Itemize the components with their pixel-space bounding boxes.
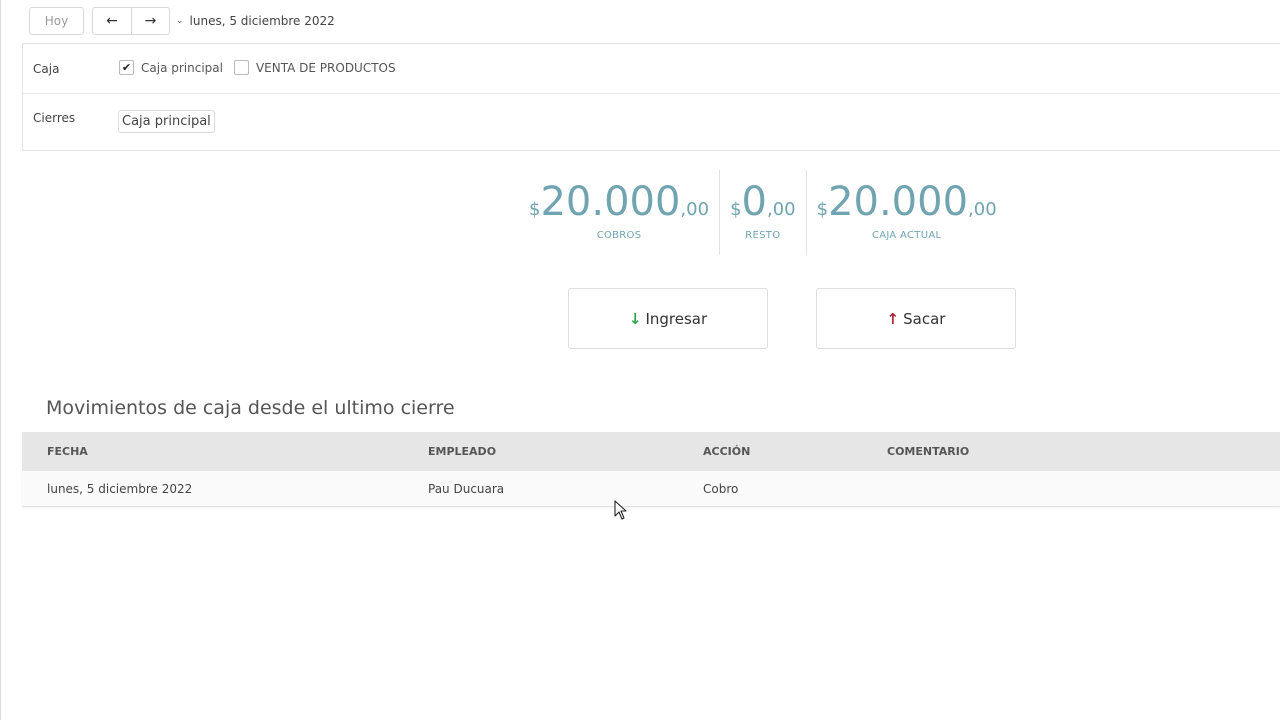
date-label: lunes, 5 diciembre 2022: [189, 14, 335, 28]
today-button[interactable]: Hoy: [29, 7, 84, 35]
stat-cobros: $ 20.000 ,00 COBROS: [519, 170, 719, 255]
arrow-right-icon: →: [144, 13, 157, 29]
stat-amount: $ 0 ,00: [730, 182, 796, 222]
date-nav-group: ← →: [92, 7, 170, 35]
chevron-down-icon: ⌄: [176, 16, 184, 26]
cell-accion: Cobro: [703, 481, 739, 496]
currency-symbol: $: [529, 199, 541, 220]
column-header[interactable]: ACCIÓN: [703, 445, 750, 458]
caja-option-label: VENTA DE PRODUCTOS: [255, 60, 396, 75]
column-header[interactable]: EMPLEADO: [428, 445, 496, 458]
cash-summary: $ 20.000 ,00 COBROS $ 0 ,00 RESTO $ 20.0…: [519, 170, 1007, 255]
caja-option-principal[interactable]: ✔ Caja principal: [119, 60, 223, 75]
table-header: FECHA EMPLEADO ACCIÓN COMENTARIO: [22, 432, 1280, 471]
column-header[interactable]: FECHA: [47, 445, 88, 458]
cierres-label: Cierres: [33, 111, 76, 125]
cierres-filter-row: Cierres Caja principal: [23, 94, 1280, 151]
arrow-up-icon: ↑: [886, 309, 900, 328]
amount-cents: ,00: [680, 199, 710, 220]
stat-label: RESTO: [745, 230, 781, 241]
arrow-down-icon: ↓: [628, 309, 642, 328]
currency-symbol: $: [816, 199, 829, 220]
currency-symbol: $: [730, 199, 742, 220]
caja-option-label: Caja principal: [141, 60, 223, 75]
checkbox-checked[interactable]: ✔: [119, 60, 134, 75]
left-border: [0, 0, 1, 720]
prev-day-button[interactable]: ←: [93, 8, 131, 34]
table-row[interactable]: lunes, 5 diciembre 2022 Pau Ducuara Cobr…: [22, 471, 1280, 507]
cierres-chip[interactable]: Caja principal: [118, 110, 215, 133]
sacar-label: Sacar: [903, 309, 946, 328]
stat-resto: $ 0 ,00 RESTO: [719, 170, 806, 255]
stat-caja-actual: $ 20.000 ,00 CAJA ACTUAL: [805, 170, 1007, 255]
filters-panel: Caja ✔ Caja principal VENTA DE PRODUCTOS…: [22, 43, 1280, 151]
amount-integer: 20.000: [828, 179, 969, 225]
caja-option-venta[interactable]: VENTA DE PRODUCTOS: [233, 60, 396, 75]
amount-integer: 0: [741, 179, 767, 225]
mouse-cursor-icon: [614, 500, 627, 520]
date-toolbar: Hoy ← → ⌄ lunes, 5 diciembre 2022: [29, 7, 335, 35]
cell-empleado: Pau Ducuara: [428, 481, 505, 496]
ingresar-button[interactable]: ↓ Ingresar: [568, 288, 768, 349]
amount-cents: ,00: [766, 199, 796, 220]
stat-label: CAJA ACTUAL: [871, 230, 942, 241]
sacar-button[interactable]: ↑ Sacar: [816, 288, 1016, 349]
caja-options: ✔ Caja principal VENTA DE PRODUCTOS: [119, 60, 407, 75]
arrow-left-icon: ←: [106, 13, 118, 29]
date-picker[interactable]: ⌄ lunes, 5 diciembre 2022: [176, 14, 335, 28]
next-day-button[interactable]: →: [131, 8, 169, 34]
stat-amount: $ 20.000 ,00: [529, 182, 709, 222]
amount-cents: ,00: [968, 199, 997, 220]
stat-label: COBROS: [596, 230, 642, 241]
stat-amount: $ 20.000 ,00: [817, 182, 997, 222]
amount-integer: 20.000: [540, 179, 681, 225]
column-header[interactable]: COMENTARIO: [887, 445, 969, 458]
ingresar-label: Ingresar: [645, 309, 708, 328]
caja-filter-row: Caja ✔ Caja principal VENTA DE PRODUCTOS: [23, 44, 1280, 94]
caja-label: Caja: [33, 62, 60, 76]
checkbox-unchecked[interactable]: [233, 60, 249, 75]
movements-table: FECHA EMPLEADO ACCIÓN COMENTARIO lunes, …: [22, 432, 1280, 507]
cell-fecha: lunes, 5 diciembre 2022: [47, 481, 193, 496]
movements-title: Movimientos de caja desde el ultimo cier…: [46, 397, 455, 419]
